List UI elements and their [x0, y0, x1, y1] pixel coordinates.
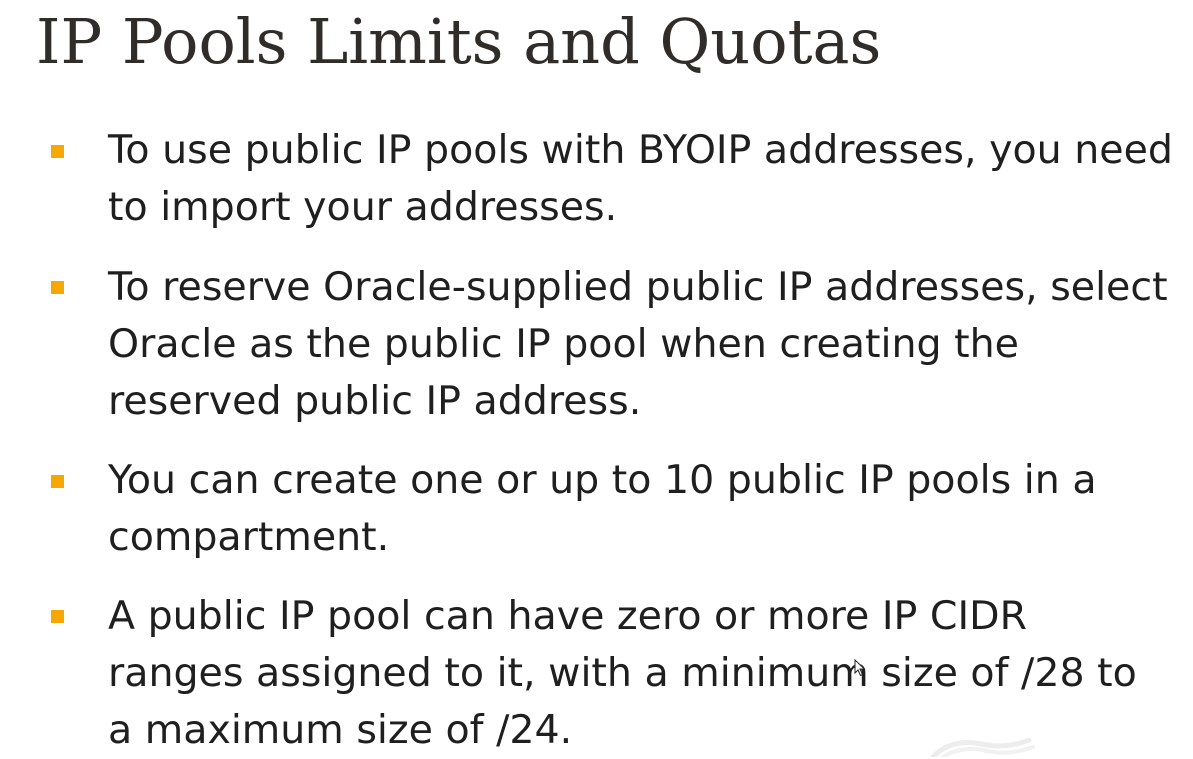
square-bullet-icon: [51, 145, 64, 158]
bullet-text: To use public IP pools with BYOIP addres…: [108, 127, 1173, 230]
square-bullet-icon: [51, 475, 64, 488]
bullet-text: A public IP pool can have zero or more I…: [108, 593, 1137, 753]
bullet-list: To use public IP pools with BYOIP addres…: [0, 0, 1193, 757]
square-bullet-icon: [51, 610, 64, 623]
bullet-text: You can create one or up to 10 public IP…: [108, 457, 1097, 560]
bullet-text: To reserve Oracle-supplied public IP add…: [108, 264, 1168, 424]
slide: IP Pools Limits and Quotas To use public…: [0, 0, 1193, 757]
square-bullet-icon: [51, 281, 64, 294]
wave-watermark-icon: [930, 738, 1035, 757]
mouse-pointer-icon: [854, 659, 866, 677]
